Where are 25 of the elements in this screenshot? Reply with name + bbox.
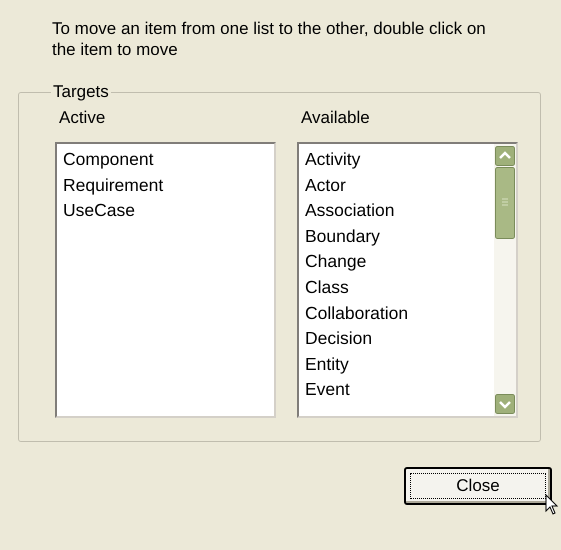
list-item[interactable]: Association (305, 198, 494, 224)
list-label: Active (59, 108, 106, 128)
list-item[interactable]: Event (305, 377, 494, 403)
scroll-down-icon[interactable] (495, 394, 515, 414)
list-item[interactable]: Requirement (63, 172, 274, 198)
instruction-text: To move an item from one list to the other, double click on the item to move (52, 18, 487, 60)
close-button[interactable]: Close (404, 467, 552, 505)
scroll-up-icon[interactable] (495, 146, 515, 166)
group-title: Targets (52, 82, 110, 102)
list-box[interactable]: Activity Actor Association Boundary Change Class Collaboration Decision Entity Event (297, 142, 518, 418)
list-item[interactable]: Component (63, 147, 274, 173)
list-item[interactable]: Decision (305, 326, 494, 352)
list-item[interactable]: Actor (305, 172, 494, 198)
list-item[interactable]: Change (305, 249, 494, 275)
list-item[interactable]: Collaboration (305, 300, 494, 326)
list-item[interactable]: Entity (305, 352, 494, 378)
scroll-thumb[interactable] (495, 167, 515, 239)
list-label: Available (301, 108, 371, 128)
list-item[interactable]: Boundary (305, 224, 494, 250)
list-box[interactable]: Component Requirement UseCase (55, 142, 276, 418)
scrollbar[interactable] (494, 144, 516, 416)
list-item[interactable]: Class (305, 274, 494, 301)
mouse-pointer-icon (545, 494, 559, 516)
list-item[interactable]: Activity (305, 147, 494, 173)
list-item[interactable]: UseCase (63, 198, 274, 224)
